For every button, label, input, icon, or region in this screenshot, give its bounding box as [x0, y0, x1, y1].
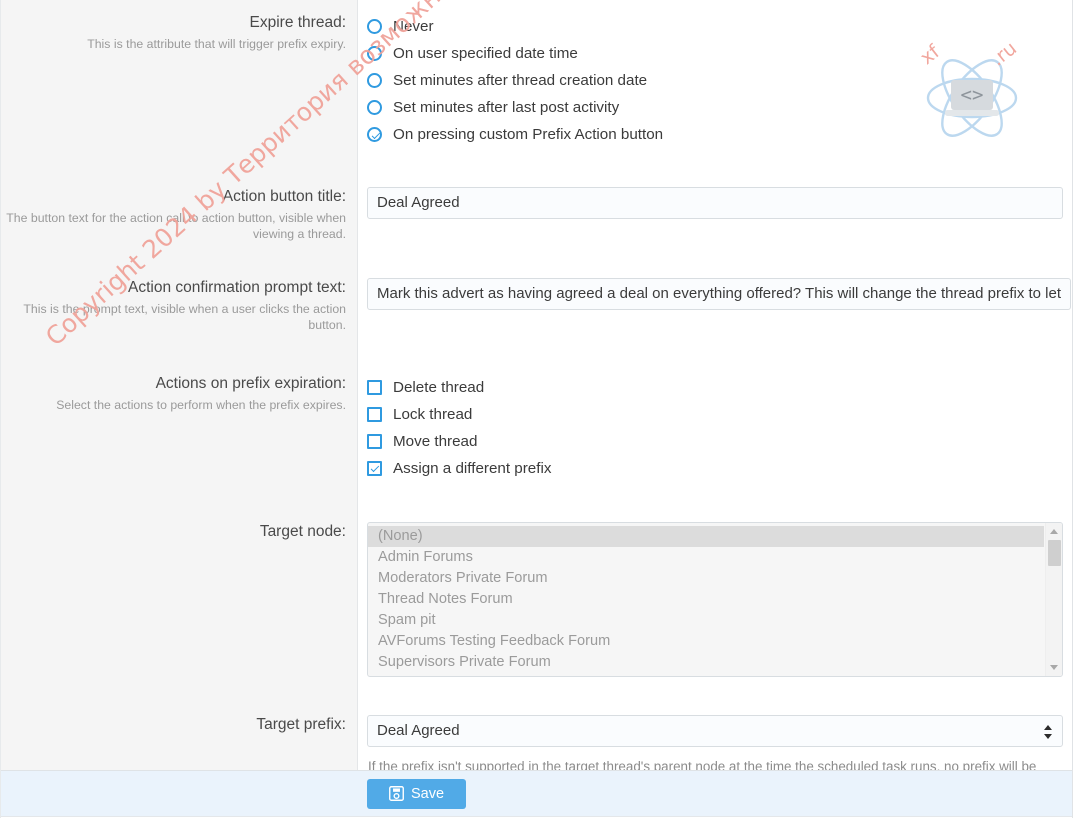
field-hint: Select the actions to perform when the p… — [56, 398, 346, 412]
listbox-option[interactable]: Admin Forums — [368, 547, 1062, 568]
field-label: Expire thread: — [249, 14, 347, 31]
field-label: Action button title: — [222, 188, 346, 205]
checkbox-option-delete-thread[interactable]: Delete thread — [367, 374, 1063, 401]
form-row-expire-thread: Expire thread: This is the attribute tha… — [1, 0, 1072, 148]
scroll-down-arrow-icon[interactable] — [1050, 665, 1058, 670]
target-node-listbox[interactable]: (None) Admin Forums Moderators Private F… — [367, 522, 1063, 677]
form-footer: Save — [1, 770, 1072, 817]
action-button-title-control: Deal Agreed — [359, 187, 1072, 219]
save-button-label: Save — [411, 785, 445, 802]
radio-label: Set minutes after thread creation date — [393, 71, 648, 89]
field-label: Action confirmation prompt text: — [128, 279, 346, 296]
target-node-control: (None) Admin Forums Moderators Private F… — [359, 522, 1072, 677]
radio-option-on-user-specified-date-time[interactable]: On user specified date time — [367, 40, 1063, 67]
target-prefix-selected-value: Deal Agreed — [377, 722, 460, 739]
action-button-title-input[interactable]: Deal Agreed — [367, 187, 1063, 219]
form-row-target-node: Target node: (None) Admin Forums Moderat… — [1, 482, 1072, 677]
checkbox-option-lock-thread[interactable]: Lock thread — [367, 401, 1063, 428]
form-row-action-confirmation-prompt-text: Action confirmation prompt text: This is… — [1, 242, 1072, 333]
row-label-block: Target prefix: — [1, 715, 359, 735]
listbox-option[interactable]: (None) — [368, 526, 1044, 547]
radio-option-set-minutes-after-last-post-activity[interactable]: Set minutes after last post activity — [367, 94, 1063, 121]
listbox-option[interactable]: Thread Notes Forum — [368, 589, 1062, 610]
listbox-option[interactable]: Spam pit — [368, 610, 1062, 631]
radio-off-icon — [367, 19, 382, 34]
radio-label: On user specified date time — [393, 44, 578, 62]
listbox-option[interactable]: Moderators Private Forum — [368, 568, 1062, 589]
field-hint: The button text for the action call to a… — [6, 211, 346, 241]
scroll-up-arrow-icon[interactable] — [1050, 529, 1058, 534]
select-updown-arrows-icon — [1044, 724, 1053, 740]
form-row-action-button-title: Action button title: The button text for… — [1, 148, 1072, 242]
checkbox-label: Move thread — [393, 432, 478, 450]
form-row-target-prefix: Target prefix: Deal Agreed If the prefix… — [1, 677, 1072, 770]
field-label: Actions on prefix expiration: — [155, 375, 346, 392]
radio-label: On pressing custom Prefix Action button — [393, 125, 664, 143]
save-button[interactable]: Save — [367, 778, 467, 809]
listbox-option[interactable]: Supervisors Private Forum — [368, 652, 1062, 673]
target-prefix-control: Deal Agreed If the prefix isn't supporte… — [359, 715, 1072, 770]
target-prefix-select[interactable]: Deal Agreed — [367, 715, 1063, 747]
checkbox-option-move-thread[interactable]: Move thread — [367, 428, 1063, 455]
page-right-border — [1072, 0, 1073, 818]
field-label: Target prefix: — [256, 716, 346, 733]
checkbox-group-actions-on-prefix-expiration: Delete thread Lock thread Move thread As… — [359, 374, 1072, 482]
checkbox-label: Assign a different prefix — [393, 459, 552, 477]
radio-option-never[interactable]: Never — [367, 13, 1063, 40]
listbox-option[interactable]: AVForums Testing Feedback Forum — [368, 631, 1062, 652]
radio-label: Never — [393, 17, 434, 35]
radio-checked-icon — [367, 127, 382, 142]
checkbox-unchecked-icon — [367, 407, 382, 422]
radio-group-expire-thread: Never On user specified date time Set mi… — [359, 13, 1072, 148]
checkbox-unchecked-icon — [367, 380, 382, 395]
radio-off-icon — [367, 100, 382, 115]
checkbox-checked-icon — [367, 461, 382, 476]
radio-option-set-minutes-after-thread-creation-date[interactable]: Set minutes after thread creation date — [367, 67, 1063, 94]
checkbox-label: Lock thread — [393, 405, 473, 423]
row-label-block: Action button title: The button text for… — [1, 187, 359, 242]
field-hint: This is the prompt text, visible when a … — [23, 302, 346, 332]
field-label: Target node: — [259, 523, 346, 540]
checkbox-unchecked-icon — [367, 434, 382, 449]
field-hint: This is the attribute that will trigger … — [87, 37, 346, 51]
checkbox-option-assign-a-different-prefix[interactable]: Assign a different prefix — [367, 455, 1063, 482]
radio-label: Set minutes after last post activity — [393, 98, 620, 116]
radio-off-icon — [367, 46, 382, 61]
scrollbar-thumb[interactable] — [1048, 540, 1061, 566]
radio-option-on-pressing-custom-prefix-action-button[interactable]: On pressing custom Prefix Action button — [367, 121, 1063, 148]
row-label-block: Actions on prefix expiration: Select the… — [1, 374, 359, 413]
form-body: Expire thread: This is the attribute tha… — [1, 0, 1072, 770]
prefix-settings-page: Expire thread: This is the attribute tha… — [0, 0, 1081, 818]
form-row-actions-on-prefix-expiration: Actions on prefix expiration: Select the… — [1, 333, 1072, 482]
row-label-block: Target node: — [1, 522, 359, 542]
save-floppy-icon — [389, 786, 404, 801]
listbox-scrollbar[interactable] — [1045, 523, 1062, 676]
checkbox-label: Delete thread — [393, 378, 485, 396]
radio-off-icon — [367, 73, 382, 88]
target-prefix-explanation: If the prefix isn't supported in the tar… — [368, 759, 1037, 770]
row-label-block: Action confirmation prompt text: This is… — [1, 278, 359, 333]
action-confirmation-prompt-input[interactable]: Mark this advert as having agreed a deal… — [367, 278, 1072, 310]
row-label-block: Expire thread: This is the attribute tha… — [1, 13, 359, 52]
action-confirmation-prompt-control: Mark this advert as having agreed a deal… — [359, 278, 1072, 310]
